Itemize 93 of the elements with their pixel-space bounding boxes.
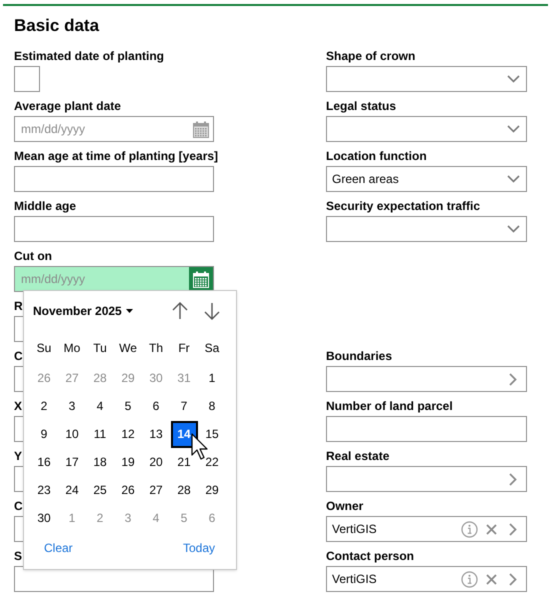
weekday-label: Tu: [93, 340, 107, 357]
dropdown[interactable]: [326, 116, 527, 142]
dropdown[interactable]: [326, 216, 527, 242]
day-cell[interactable]: 8: [199, 393, 225, 419]
up-arrow-icon: [172, 302, 188, 320]
field-label: Boundaries: [326, 348, 392, 364]
field-label: Contact person: [326, 548, 414, 564]
weekday-label: Fr: [178, 340, 190, 357]
section-title: Basic data: [14, 15, 100, 37]
field-label: Security expectation traffic: [326, 198, 480, 214]
day-cell[interactable]: 21: [171, 449, 197, 475]
field-label: X: [14, 398, 22, 414]
field-label: C: [14, 498, 23, 514]
chevron-down-icon: [507, 75, 520, 83]
day-cell[interactable]: 9: [31, 421, 57, 447]
field-label: C: [14, 348, 23, 364]
chevron-right-icon: [509, 522, 517, 536]
field-label: Legal status: [326, 98, 396, 114]
chevron-right-icon: [509, 372, 517, 386]
input-field[interactable]: [14, 216, 214, 242]
day-cell[interactable]: 18: [87, 449, 113, 475]
lookup-field[interactable]: [326, 466, 527, 492]
day-cell[interactable]: 6: [143, 393, 169, 419]
field-label: Shape of crown: [326, 48, 416, 64]
field-label: Owner: [326, 498, 364, 514]
day-cell[interactable]: 16: [31, 449, 57, 475]
field-label: S: [14, 548, 22, 564]
down-arrow-icon: [204, 302, 220, 320]
day-cell[interactable]: 23: [31, 477, 57, 503]
dropdown[interactable]: [326, 66, 527, 92]
day-cell[interactable]: 7: [171, 393, 197, 419]
calendar-icon: [193, 120, 209, 138]
weekday-label: Mo: [64, 340, 80, 357]
dropdown[interactable]: Green areas: [326, 166, 527, 192]
day-cell[interactable]: 12: [115, 421, 141, 447]
day-cell[interactable]: 17: [59, 449, 85, 475]
day-cell[interactable]: 19: [115, 449, 141, 475]
weekday-label: Sa: [204, 340, 220, 357]
day-cell[interactable]: 4: [87, 393, 113, 419]
weekday-label: Su: [36, 340, 52, 357]
field-label: Location function: [326, 148, 427, 164]
day-cell[interactable]: 14: [170, 420, 198, 448]
day-cell[interactable]: 30: [31, 505, 57, 531]
caret-icon: [126, 309, 133, 313]
close-icon: [486, 524, 497, 534]
info-icon: [461, 570, 478, 588]
day-cell[interactable]: 22: [199, 449, 225, 475]
chevron-down-icon: [507, 225, 520, 233]
lookup-field[interactable]: VertiGIS: [326, 516, 527, 542]
day-cell[interactable]: 28: [171, 477, 197, 503]
day-cell[interactable]: 2: [31, 393, 57, 419]
calendar-icon: [193, 270, 209, 288]
day-cell[interactable]: 15: [199, 421, 225, 447]
day-cell[interactable]: 24: [59, 477, 85, 503]
month-dropdown[interactable]: November 2025: [33, 302, 133, 320]
day-cell[interactable]: 1: [199, 365, 225, 391]
chevron-right-icon: [509, 472, 517, 486]
close-icon: [486, 574, 497, 584]
day-cell[interactable]: 20: [143, 449, 169, 475]
next-month-button[interactable]: [202, 301, 222, 321]
day-cell[interactable]: 10: [59, 421, 85, 447]
day-cell[interactable]: 5: [115, 393, 141, 419]
today-button[interactable]: Today: [182, 539, 215, 557]
lookup-field[interactable]: [326, 366, 527, 392]
field-label: Y: [14, 448, 22, 464]
info-icon: [461, 520, 478, 538]
day-cell[interactable]: 26: [115, 477, 141, 503]
day-cell[interactable]: 3: [59, 393, 85, 419]
day-cell[interactable]: 25: [87, 477, 113, 503]
day-cell[interactable]: 13: [143, 421, 169, 447]
field-label: Average plant date: [14, 98, 121, 114]
field-label: Middle age: [14, 198, 76, 214]
input-field[interactable]: [14, 166, 214, 192]
day-cell[interactable]: 29: [199, 477, 225, 503]
weekday-label: Th: [148, 340, 163, 357]
input-field[interactable]: [326, 416, 527, 442]
lookup-field[interactable]: VertiGIS: [326, 566, 527, 592]
clear-button[interactable]: Clear: [44, 539, 73, 557]
field-label: Cut on: [14, 248, 52, 264]
field-label: Mean age at time of planting [years]: [14, 148, 218, 164]
chevron-down-icon: [507, 125, 520, 133]
field-label: Number of land parcel: [326, 398, 453, 414]
field-label: Estimated date of planting: [14, 48, 164, 64]
day-cell[interactable]: 27: [143, 477, 169, 503]
chevron-down-icon: [507, 175, 520, 183]
field-label: R: [14, 298, 23, 314]
day-cell[interactable]: 11: [87, 421, 113, 447]
weekday-label: We: [119, 340, 137, 357]
chevron-right-icon: [509, 572, 517, 586]
field-label: Real estate: [326, 448, 390, 464]
previous-month-button[interactable]: [170, 301, 190, 321]
calendar-button[interactable]: [189, 267, 213, 291]
checkbox[interactable]: [14, 66, 40, 92]
